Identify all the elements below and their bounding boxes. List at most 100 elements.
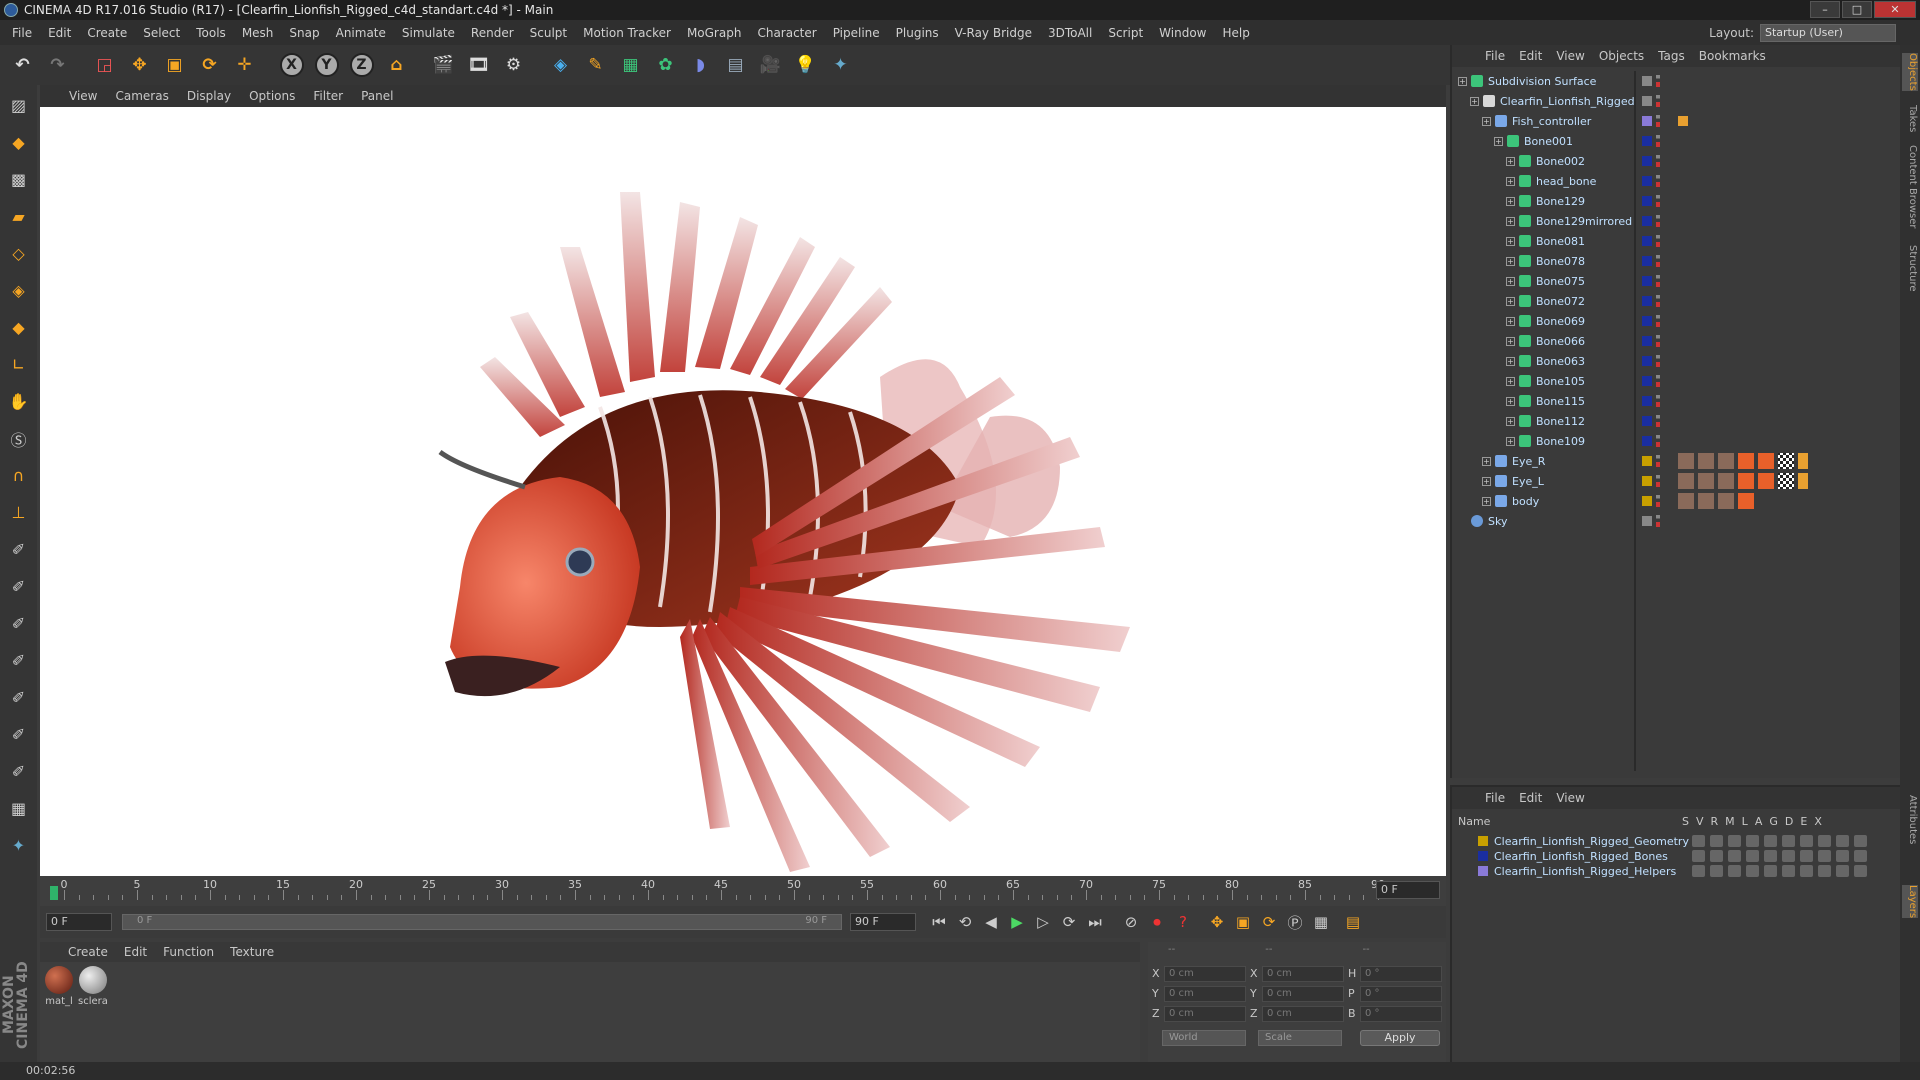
layer-toggle-icon[interactable] — [1764, 850, 1777, 862]
layer-color-swatch[interactable] — [1642, 496, 1652, 506]
expand-toggle-icon[interactable]: + — [1506, 316, 1515, 326]
visibility-dots-icon[interactable] — [1656, 335, 1660, 347]
objects-menu-view[interactable]: View — [1549, 49, 1591, 63]
viewport-menu-filter[interactable]: Filter — [304, 89, 352, 103]
object-row[interactable]: + Bone078 — [1506, 251, 1585, 271]
layer-toggle-icon[interactable] — [1728, 850, 1741, 862]
menu-item-v-ray-bridge[interactable]: V-Ray Bridge — [947, 26, 1040, 40]
coord-value-field[interactable]: 0 cm — [1164, 966, 1246, 982]
layer-toggle-icon[interactable] — [1818, 835, 1831, 847]
object-row[interactable]: + Bone066 — [1506, 331, 1585, 351]
layer-toggle-icon[interactable] — [1854, 865, 1867, 877]
layers-menu-edit[interactable]: Edit — [1512, 791, 1549, 805]
expand-toggle-icon[interactable]: + — [1506, 216, 1515, 226]
apply-button[interactable]: Apply — [1360, 1030, 1440, 1046]
live-selection-icon[interactable]: ◲ — [88, 49, 121, 82]
cube-icon[interactable]: ◈ — [544, 49, 577, 82]
layer-color-swatch[interactable] — [1642, 256, 1652, 266]
object-row[interactable]: + Bone081 — [1506, 231, 1585, 251]
phong-tag-icon[interactable] — [1718, 493, 1734, 509]
object-row[interactable]: + Bone063 — [1506, 351, 1585, 371]
expand-toggle-icon[interactable]: + — [1506, 436, 1515, 446]
phong-tag-icon[interactable] — [1718, 453, 1734, 469]
materials-menu-create[interactable]: Create — [60, 945, 116, 959]
coord-value-field[interactable]: 0 cm — [1164, 986, 1246, 1002]
viewport-menu-panel[interactable]: Panel — [352, 89, 402, 103]
material-tag-icon[interactable] — [1698, 493, 1714, 509]
autokey-icon[interactable]: ⏺ — [1144, 909, 1170, 935]
layer-row[interactable]: Clearfin_Lionfish_Rigged_Helpers — [1458, 863, 1676, 879]
object-row[interactable]: + Eye_R — [1482, 451, 1545, 471]
layer-toggle-icon[interactable] — [1692, 850, 1705, 862]
render-settings-icon[interactable]: ⚙ — [497, 49, 530, 82]
object-row[interactable]: + Bone002 — [1506, 151, 1585, 171]
next-frame-icon[interactable]: ▷ — [1030, 909, 1056, 935]
3d-viewport[interactable] — [40, 107, 1446, 876]
layer-row[interactable]: Clearfin_Lionfish_Rigged_Geometry — [1458, 833, 1689, 849]
layer-color-swatch[interactable] — [1642, 516, 1652, 526]
layer-color-swatch[interactable] — [1642, 196, 1652, 206]
material-tag-icon[interactable] — [1698, 453, 1714, 469]
layer-color-swatch[interactable] — [1642, 296, 1652, 306]
visibility-dots-icon[interactable] — [1656, 455, 1660, 467]
scale-icon[interactable]: ▣ — [158, 49, 191, 82]
visibility-dots-icon[interactable] — [1656, 195, 1660, 207]
go-to-start-icon[interactable]: ⏮ — [926, 909, 952, 935]
layer-toggle-icon[interactable] — [1782, 865, 1795, 877]
menu-item-script[interactable]: Script — [1100, 26, 1151, 40]
playhead[interactable] — [50, 886, 58, 900]
coord-space-dropdown[interactable]: World — [1162, 1030, 1246, 1046]
coordinate-system-icon[interactable]: ⌂ — [380, 49, 413, 82]
expand-toggle-icon[interactable]: + — [1482, 116, 1491, 126]
workplane-axis-icon[interactable]: ⊥ — [2, 496, 35, 529]
object-row[interactable]: Sky — [1458, 511, 1507, 531]
visibility-dots-icon[interactable] — [1656, 475, 1660, 487]
layer-toggle-icon[interactable] — [1692, 865, 1705, 877]
side-tab-objects[interactable]: Objects — [1902, 53, 1918, 91]
layer-toggle-icon[interactable] — [1836, 865, 1849, 877]
texture-tag-icon[interactable] — [1678, 493, 1694, 509]
subdivision-icon[interactable]: ▦ — [614, 49, 647, 82]
y-axis-icon[interactable]: Y — [310, 49, 343, 82]
menu-item-window[interactable]: Window — [1151, 26, 1214, 40]
layer-toggle-icon[interactable] — [1710, 865, 1723, 877]
expand-toggle-icon[interactable]: + — [1482, 476, 1491, 486]
texture-mode-icon[interactable]: ▩ — [2, 163, 35, 196]
menu-item-mesh[interactable]: Mesh — [234, 26, 282, 40]
objects-menu-edit[interactable]: Edit — [1512, 49, 1549, 63]
layer-toggle-icon[interactable] — [1746, 865, 1759, 877]
object-row[interactable]: + Bone129 — [1506, 191, 1585, 211]
menu-item-pipeline[interactable]: Pipeline — [825, 26, 888, 40]
menu-item-3dtoall[interactable]: 3DToAll — [1040, 26, 1100, 40]
spline-pen-icon[interactable]: ✎ — [579, 49, 612, 82]
points-mode-icon[interactable]: ◇ — [2, 237, 35, 270]
layer-color-swatch[interactable] — [1642, 136, 1652, 146]
rotate-icon[interactable]: ⟳ — [193, 49, 226, 82]
layer-color-swatch[interactable] — [1642, 376, 1652, 386]
visibility-dots-icon[interactable] — [1656, 495, 1660, 507]
python-script-icon[interactable]: ✦ — [2, 829, 35, 862]
expand-toggle-icon[interactable]: + — [1506, 156, 1515, 166]
layer-toggle-icon[interactable] — [1836, 850, 1849, 862]
layer-toggle-icon[interactable] — [1710, 835, 1723, 847]
layer-toggle-icon[interactable] — [1782, 850, 1795, 862]
visibility-dots-icon[interactable] — [1656, 515, 1660, 527]
menu-item-sculpt[interactable]: Sculpt — [522, 26, 575, 40]
visibility-dots-icon[interactable] — [1656, 415, 1660, 427]
expand-toggle-icon[interactable]: + — [1506, 276, 1515, 286]
menu-item-snap[interactable]: Snap — [281, 26, 327, 40]
layer-color-swatch[interactable] — [1642, 336, 1652, 346]
side-tab-layers[interactable]: Layers — [1902, 885, 1918, 919]
layer-toggle-icon[interactable] — [1782, 835, 1795, 847]
material-tag-icon[interactable] — [1698, 473, 1714, 489]
expand-toggle-icon[interactable]: + — [1506, 196, 1515, 206]
visibility-dots-icon[interactable] — [1656, 255, 1660, 267]
layer-color-swatch[interactable] — [1642, 456, 1652, 466]
model-mode-icon[interactable]: ◆ — [2, 126, 35, 159]
visibility-dots-icon[interactable] — [1656, 295, 1660, 307]
object-row[interactable]: + Bone075 — [1506, 271, 1585, 291]
layer-toggle-icon[interactable] — [1854, 835, 1867, 847]
menu-item-help[interactable]: Help — [1214, 26, 1257, 40]
texture-tag-icon[interactable] — [1678, 473, 1694, 489]
frame-range-slider[interactable]: 0 F 90 F — [122, 914, 842, 930]
